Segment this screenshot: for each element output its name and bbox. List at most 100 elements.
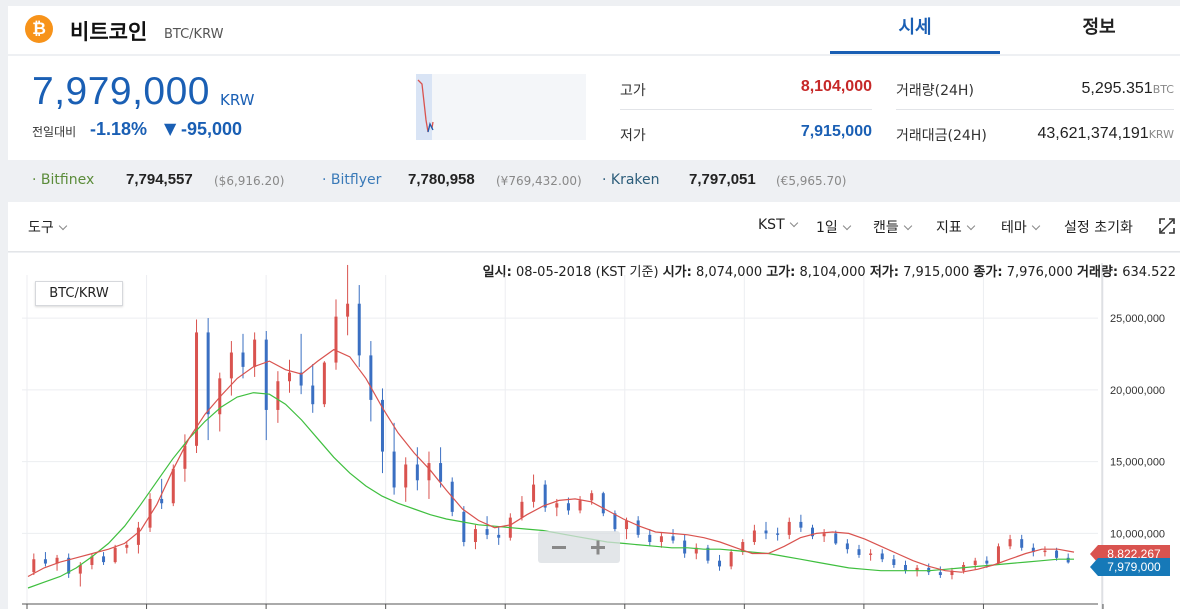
candle-body [927, 567, 931, 573]
chart-type-dropdown[interactable]: 캔들 [873, 217, 913, 237]
indicators-dropdown[interactable]: 지표 [936, 217, 976, 237]
candle-body [462, 511, 466, 543]
y-axis-tick-label: 10,000,000 [1110, 528, 1165, 540]
candle-body [718, 560, 722, 567]
chart-canvas[interactable]: 10,000,000 15,000,000 20,000,000 25,000,000 [8, 253, 1180, 609]
candle-body [404, 464, 408, 488]
candle-body [834, 533, 838, 544]
candle-body [334, 316, 338, 363]
candle-body [776, 533, 780, 535]
candle-body [683, 540, 687, 554]
volume-unit: BTC [1152, 83, 1174, 96]
interval-label: 1일 [816, 220, 838, 236]
candle-body [973, 560, 977, 565]
reset-settings-button[interactable]: 설정 초기화 [1064, 217, 1133, 237]
fullscreen-icon[interactable] [1158, 217, 1176, 235]
low-value: 7,915,000 [800, 123, 872, 140]
chevron-down-icon [966, 221, 976, 231]
volume-label: 거래량(24H) [896, 83, 974, 99]
change-amount: -95,000 [181, 119, 243, 139]
chevron-down-icon [903, 221, 913, 231]
candle-body [125, 544, 129, 548]
candle-body [427, 463, 431, 481]
y-axis-tick-label: 15,000,000 [1110, 457, 1165, 469]
candle-body [659, 536, 663, 543]
exchange-sub: (¥769,432.00) [496, 174, 582, 188]
change-percent: -1.18% [90, 119, 148, 139]
timezone-label: KST [758, 217, 785, 233]
candle-body [845, 543, 849, 550]
candle-body [392, 451, 396, 488]
amount-value: 43,621,374,191 [1037, 125, 1149, 142]
candle-body [869, 553, 873, 555]
candle-body [206, 332, 210, 415]
high-value: 8,104,000 [800, 78, 872, 95]
volume-value: 5,295.351 [1081, 80, 1153, 97]
candle-body [601, 493, 605, 514]
exchange-sub: ($6,916.20) [214, 174, 285, 188]
amount-unit: KRW [1148, 128, 1174, 141]
candle-body [497, 534, 501, 538]
candle-body [625, 520, 629, 530]
zoom-in-icon [596, 540, 600, 555]
candle-body [566, 503, 570, 511]
sparkline-svg [416, 74, 434, 140]
exchange-price: 7,797,051 [689, 171, 756, 188]
exchange-name: · Kraken [602, 172, 660, 188]
down-arrow-icon: ▼ [164, 119, 177, 138]
candle-body [1055, 550, 1059, 558]
amount-group: 43,621,374,191KRW [998, 123, 1174, 143]
chevron-down-icon [842, 221, 852, 231]
candle-body [288, 372, 291, 382]
chart-pair-label: BTC/KRW [35, 281, 123, 306]
chart-type-label: 캔들 [873, 220, 899, 236]
change-label: 전일대비 [32, 125, 77, 139]
candle-body [241, 352, 245, 367]
high-label: 고가 [620, 83, 646, 99]
mini-sparkline-chart [416, 74, 586, 140]
volume-group: 5,295.351BTC [998, 78, 1175, 98]
theme-label: 테마 [1001, 220, 1027, 236]
candle-body [1043, 550, 1047, 553]
divider [620, 109, 872, 110]
chevron-down-icon [1031, 221, 1041, 231]
timezone-dropdown[interactable]: KST [758, 217, 798, 233]
theme-dropdown[interactable]: 테마 [1001, 217, 1041, 237]
exchange-name-text: Kraken [610, 172, 660, 188]
candle-body [996, 546, 1000, 564]
price-chart[interactable]: 일시: 08-05-2018 (KST 기준) 시가: 8,074,000 고가… [8, 253, 1180, 609]
candle-body [799, 521, 803, 528]
y-axis-tick-label: 20,000,000 [1110, 385, 1165, 397]
tools-dropdown[interactable]: 도구 [28, 217, 68, 237]
candle-body [985, 560, 989, 564]
exchange-name: · Bitfinex [32, 172, 95, 188]
tab-quote[interactable]: 시세 [830, 6, 1000, 54]
candle-body [357, 303, 361, 356]
interval-dropdown[interactable]: 1일 [816, 217, 852, 237]
candle-body [938, 572, 942, 576]
chevron-down-icon [58, 221, 68, 231]
candle-body [590, 493, 594, 501]
candle-body [752, 530, 756, 543]
candle-body [555, 503, 559, 508]
chevron-down-icon [789, 218, 798, 228]
candle-body [276, 381, 280, 410]
current-price-tag: 7,979,000 [1090, 558, 1170, 576]
candle-body [102, 556, 106, 563]
candle-body [532, 484, 536, 502]
header: ₿ 비트코인 BTC/KRW 시세 정보 [8, 6, 1180, 54]
candle-body [113, 547, 117, 563]
candle-body [171, 468, 175, 504]
candle-body [229, 352, 233, 379]
app-root: ₿ 비트코인 BTC/KRW 시세 정보 7,979,000 KRW 전일대비 … [0, 0, 1180, 609]
y-axis-tick-label: 25,000,000 [1110, 313, 1165, 325]
chart-toolbar: 도구 KST 1일 캔들 지표 테마 설정 초기화 [8, 202, 1180, 252]
candle-body [311, 385, 315, 405]
candle-body [787, 521, 791, 535]
candle-body [253, 339, 257, 367]
candle-body [322, 362, 326, 405]
candle-body [520, 501, 524, 518]
candle-body [857, 549, 861, 555]
amount-label: 거래대금(24H) [896, 128, 987, 144]
tab-info[interactable]: 정보 [1014, 6, 1180, 54]
